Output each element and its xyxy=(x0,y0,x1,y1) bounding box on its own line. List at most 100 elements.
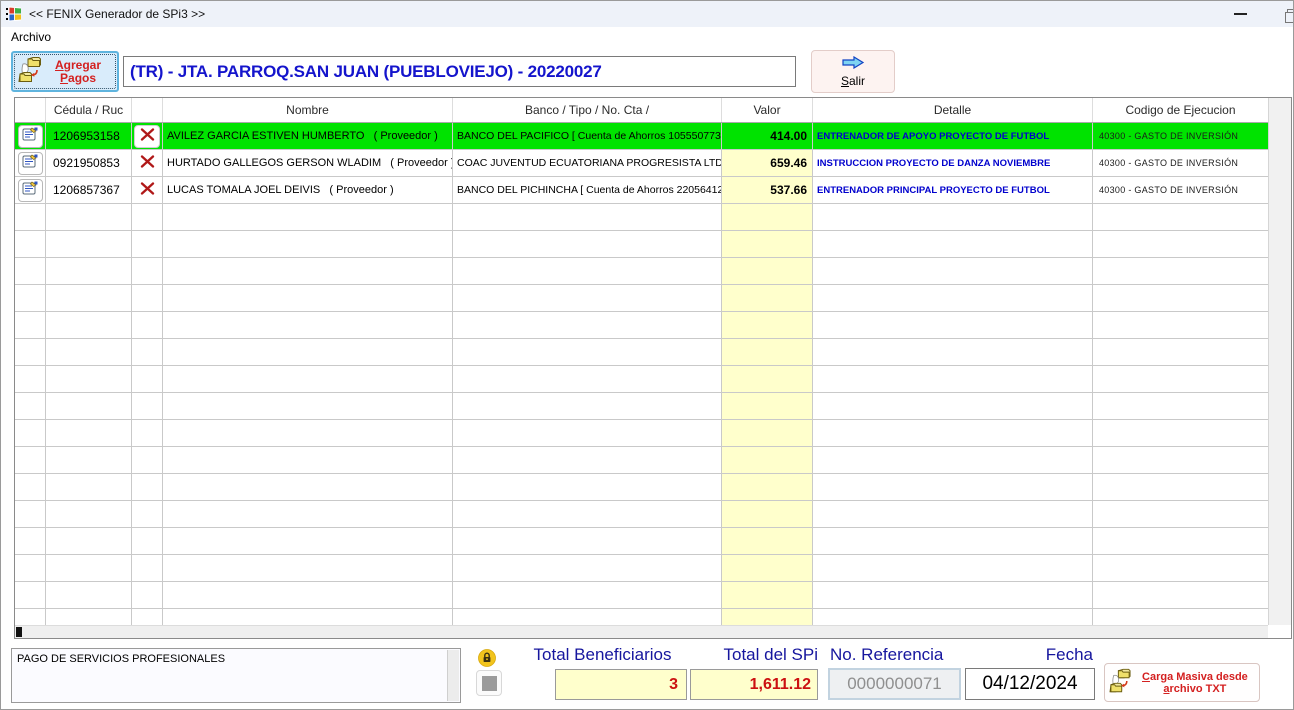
open-folders-icon xyxy=(18,55,50,88)
salir-button[interactable]: Salir xyxy=(811,50,895,93)
empty-cell xyxy=(46,555,132,582)
minimize-button[interactable] xyxy=(1223,1,1257,27)
edit-record-icon xyxy=(22,154,38,172)
empty-cell xyxy=(813,339,1093,366)
edit-row-button[interactable] xyxy=(18,152,43,175)
empty-cell xyxy=(132,501,163,528)
codigo-cell: 40300 - GASTO DE INVERSIÓN xyxy=(1093,150,1268,177)
empty-cell xyxy=(453,339,722,366)
table-row[interactable]: 1206857367LUCAS TOMALA JOEL DEIVIS ( Pro… xyxy=(15,177,1268,204)
empty-cell xyxy=(722,447,813,474)
empty-cell xyxy=(1093,285,1268,312)
empty-cell xyxy=(132,285,163,312)
empty-cell xyxy=(813,204,1093,231)
empty-table-row[interactable] xyxy=(15,339,1268,366)
col-codigo: Codigo de Ejecucion xyxy=(1093,98,1268,122)
table-row[interactable]: 0921950853HURTADO GALLEGOS GERSON WLADIM… xyxy=(15,150,1268,177)
empty-table-row[interactable] xyxy=(15,447,1268,474)
delete-row-button[interactable] xyxy=(134,152,160,175)
total-beneficiarios-label: Total Beneficiarios xyxy=(519,645,686,665)
total-spi-label: Total del SPi xyxy=(690,645,818,665)
scrollbar-thumb[interactable] xyxy=(16,627,22,637)
app-logo-icon xyxy=(5,5,23,23)
empty-table-row[interactable] xyxy=(15,501,1268,528)
empty-cell xyxy=(453,285,722,312)
empty-cell xyxy=(46,393,132,420)
red-x-icon xyxy=(140,128,155,144)
salir-label: Salir xyxy=(841,74,865,88)
empty-cell xyxy=(15,204,46,231)
col-detalle: Detalle xyxy=(813,98,1093,122)
table-horizontal-scrollbar[interactable] xyxy=(15,625,1268,638)
edit-row-button[interactable] xyxy=(18,125,43,148)
menu-archivo[interactable]: Archivo xyxy=(5,30,57,44)
fecha-field[interactable]: 04/12/2024 xyxy=(965,668,1095,700)
empty-table-row[interactable] xyxy=(15,582,1268,609)
empty-cell xyxy=(132,366,163,393)
restore-button[interactable] xyxy=(1273,1,1294,27)
empty-cell xyxy=(722,420,813,447)
entity-field[interactable]: (TR) - JTA. PARROQ.SAN JUAN (PUEBLOVIEJO… xyxy=(123,56,796,87)
empty-cell xyxy=(1093,204,1268,231)
empty-cell xyxy=(15,285,46,312)
empty-cell xyxy=(722,528,813,555)
empty-table-row[interactable] xyxy=(15,555,1268,582)
empty-table-row[interactable] xyxy=(15,258,1268,285)
empty-cell xyxy=(813,420,1093,447)
empty-cell xyxy=(163,501,453,528)
menubar: Archivo xyxy=(1,27,1293,46)
empty-table-row[interactable] xyxy=(15,312,1268,339)
col-cedula: Cédula / Ruc xyxy=(46,98,132,122)
table-vertical-scrollbar[interactable] xyxy=(1268,98,1291,625)
comment-scrollbar[interactable] xyxy=(447,650,459,701)
empty-cell xyxy=(163,420,453,447)
cedula-cell: 1206857367 xyxy=(46,177,132,204)
empty-cell xyxy=(46,582,132,609)
empty-cell xyxy=(453,312,722,339)
agregar-pagos-label: Agregar Pagos xyxy=(55,59,101,85)
empty-cell xyxy=(15,312,46,339)
empty-cell xyxy=(722,609,813,625)
empty-cell xyxy=(15,447,46,474)
edit-cell xyxy=(15,177,46,204)
edit-row-button[interactable] xyxy=(18,179,43,202)
empty-cell xyxy=(46,420,132,447)
empty-cell xyxy=(132,474,163,501)
blue-right-arrow-icon xyxy=(841,56,865,72)
empty-table-row[interactable] xyxy=(15,285,1268,312)
payments-table: Cédula / Ruc Nombre Banco / Tipo / No. C… xyxy=(14,97,1292,639)
empty-table-row[interactable] xyxy=(15,366,1268,393)
empty-cell xyxy=(15,582,46,609)
empty-cell xyxy=(1093,393,1268,420)
empty-cell xyxy=(1093,312,1268,339)
red-x-icon xyxy=(140,182,155,198)
table-row[interactable]: 1206953158AVILEZ GARCIA ESTIVEN HUMBERTO… xyxy=(15,123,1268,150)
col-delete xyxy=(132,98,163,122)
empty-table-row[interactable] xyxy=(15,231,1268,258)
empty-cell xyxy=(1093,474,1268,501)
delete-row-button[interactable] xyxy=(134,125,160,148)
empty-cell xyxy=(132,555,163,582)
valor-cell: 414.00 xyxy=(722,123,813,150)
banco-cell: BANCO DEL PICHINCHA [ Cuenta de Ahorros … xyxy=(453,177,722,204)
delete-row-button[interactable] xyxy=(134,179,160,202)
empty-table-row[interactable] xyxy=(15,420,1268,447)
empty-table-row[interactable] xyxy=(15,393,1268,420)
empty-cell xyxy=(132,393,163,420)
carga-masiva-button[interactable]: Carga Masiva desde archivo TXT xyxy=(1104,663,1260,702)
empty-table-row[interactable] xyxy=(15,528,1268,555)
restore-icon xyxy=(1285,9,1294,20)
empty-cell xyxy=(453,582,722,609)
cedula-cell: 1206953158 xyxy=(46,123,132,150)
empty-cell xyxy=(722,204,813,231)
empty-cell xyxy=(1093,420,1268,447)
gray-square-button[interactable] xyxy=(476,670,502,696)
empty-table-row[interactable] xyxy=(15,204,1268,231)
empty-cell xyxy=(453,447,722,474)
payment-concept-box[interactable]: PAGO DE SERVICIOS PROFESIONALES xyxy=(11,648,461,703)
empty-table-row[interactable] xyxy=(15,609,1268,625)
empty-cell xyxy=(813,312,1093,339)
agregar-pagos-button[interactable]: Agregar Pagos xyxy=(11,51,119,92)
empty-table-row[interactable] xyxy=(15,474,1268,501)
empty-cell xyxy=(46,231,132,258)
